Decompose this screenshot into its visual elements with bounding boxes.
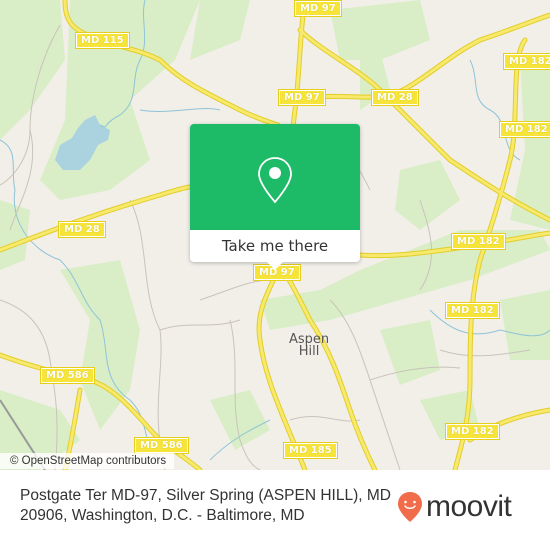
- moovit-pin-icon: [398, 492, 422, 522]
- road-label-md182: MD 182: [445, 302, 500, 319]
- moovit-wordmark: moovit: [426, 490, 512, 523]
- road-label-md586: MD 586: [40, 367, 95, 384]
- road-label-md182: MD 182: [451, 233, 506, 250]
- road-label-md115: MD 115: [75, 32, 130, 49]
- road-label-md185: MD 185: [283, 442, 338, 459]
- place-label-aspen-hill: Aspen Hill: [289, 332, 330, 359]
- road-label-md28: MD 28: [371, 89, 419, 106]
- address-text: Postgate Ter MD-97, Silver Spring (ASPEN…: [20, 487, 391, 524]
- footer: Postgate Ter MD-97, Silver Spring (ASPEN…: [0, 470, 550, 550]
- road-label-md182: MD 182: [499, 121, 550, 138]
- popup-pointer: [266, 261, 284, 270]
- road-label-md182: MD 182: [445, 423, 500, 440]
- map-pin-icon: [258, 157, 292, 204]
- map[interactable]: MD 97 MD 115 MD 182 MD 97 MD 28 MD 182 M…: [0, 0, 550, 470]
- popup-header: [190, 124, 360, 230]
- moovit-logo[interactable]: moovit: [397, 490, 512, 524]
- road-label-md97: MD 97: [278, 89, 326, 106]
- take-me-there-button[interactable]: Take me there: [190, 230, 360, 262]
- road-label-md97: MD 97: [294, 0, 342, 17]
- road-label-md182: MD 182: [503, 53, 550, 70]
- road-label-md28: MD 28: [58, 221, 106, 238]
- location-popup: Take me there: [190, 124, 360, 270]
- road-label-md586: MD 586: [134, 437, 189, 454]
- map-attribution[interactable]: © OpenStreetMap contributors: [0, 453, 175, 469]
